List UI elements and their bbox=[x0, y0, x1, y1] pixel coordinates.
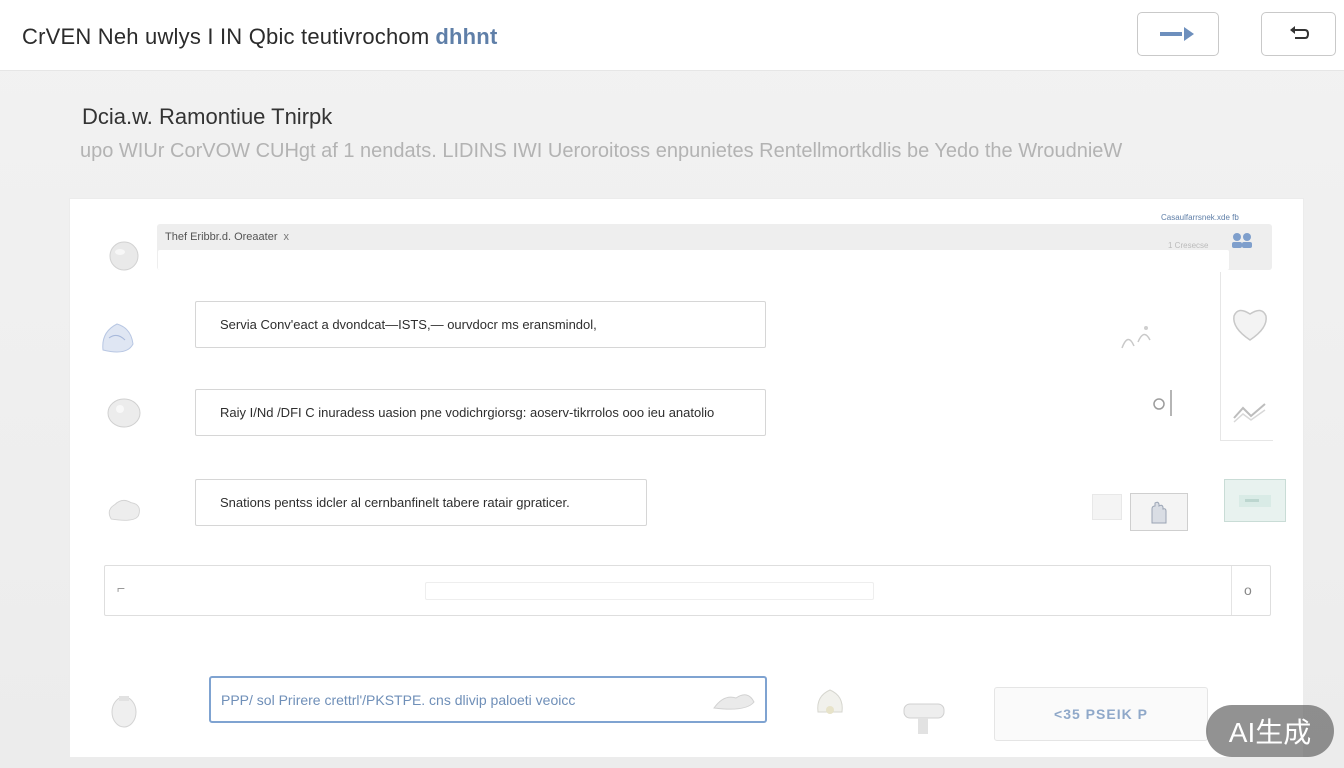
page-title: Dcia.w. Ramontiue Tnirpk bbox=[82, 104, 333, 129]
stamp-icon[interactable] bbox=[894, 690, 954, 742]
content-panel bbox=[69, 198, 1304, 758]
image-thumbnail[interactable] bbox=[1092, 494, 1122, 520]
filter-prefix: ⌐ bbox=[117, 580, 126, 596]
app-title-text: CrVEN Neh uwlys I IN Qbic teutivrochom bbox=[22, 24, 430, 49]
tab-strip: Thef Eribbr.d. Oreaater x bbox=[157, 224, 1272, 270]
hand-icon[interactable] bbox=[1130, 493, 1188, 531]
ai-watermark: AI生成 bbox=[1206, 705, 1334, 757]
sphere-icon bbox=[104, 393, 144, 433]
tab-close-button[interactable]: x bbox=[284, 231, 290, 243]
action-button[interactable]: <35 PSEIK P bbox=[994, 687, 1208, 741]
tab-address-field[interactable] bbox=[158, 250, 1229, 270]
cloud-icon bbox=[104, 490, 144, 530]
list-item[interactable]: Servia Conv'eact a dvondcat—ISTS,— ourvd… bbox=[195, 301, 766, 348]
arrow-right-icon bbox=[1160, 27, 1194, 41]
list-item[interactable]: Raiy I/Nd /DFI C inuradess uasion pne vo… bbox=[195, 389, 766, 436]
forward-button[interactable] bbox=[1137, 12, 1219, 56]
globe-icon bbox=[97, 318, 137, 358]
bulb-icon bbox=[104, 692, 144, 732]
tab-label: Thef Eribbr.d. Oreaater bbox=[165, 231, 278, 243]
page-subtitle: upo WIUr CorVOW CUHgt af 1 nendats. LIDI… bbox=[80, 140, 1123, 162]
chart-line-icon[interactable] bbox=[1231, 398, 1269, 426]
tab-meta-top: Casaulfarrsnek.xde fb bbox=[1161, 213, 1239, 222]
top-bar: CrVEN Neh uwlys I IN Qbic teutivrochom dh… bbox=[0, 0, 1344, 71]
image-thumbnail-icon[interactable] bbox=[1224, 479, 1286, 522]
filter-divider bbox=[1231, 566, 1232, 615]
app-title: CrVEN Neh uwlys I IN Qbic teutivrochom dh… bbox=[22, 24, 497, 50]
tab-active[interactable]: Thef Eribbr.d. Oreaater x bbox=[165, 231, 289, 243]
app-title-accent: dhhnt bbox=[435, 24, 498, 49]
heart-icon[interactable] bbox=[1228, 302, 1272, 346]
filter-option-button[interactable]: o bbox=[1244, 582, 1252, 598]
return-arrow-icon bbox=[1289, 26, 1309, 39]
sparkle-icon[interactable] bbox=[1116, 318, 1156, 352]
return-button[interactable] bbox=[1261, 12, 1336, 56]
tab-meta-sub: 1 Cresecse bbox=[1168, 241, 1209, 250]
filter-bar[interactable]: ⌐ o bbox=[104, 565, 1271, 616]
filter-input[interactable] bbox=[425, 582, 874, 600]
orb-icon bbox=[104, 236, 144, 276]
users-icon[interactable] bbox=[1230, 231, 1254, 249]
brush-icon[interactable] bbox=[710, 684, 758, 716]
list-item[interactable]: Snations pentss idcler al cernbanfinelt … bbox=[195, 479, 647, 526]
bell-icon[interactable] bbox=[806, 680, 854, 728]
prompt-input[interactable] bbox=[209, 676, 767, 723]
search-icon[interactable] bbox=[1150, 388, 1176, 418]
